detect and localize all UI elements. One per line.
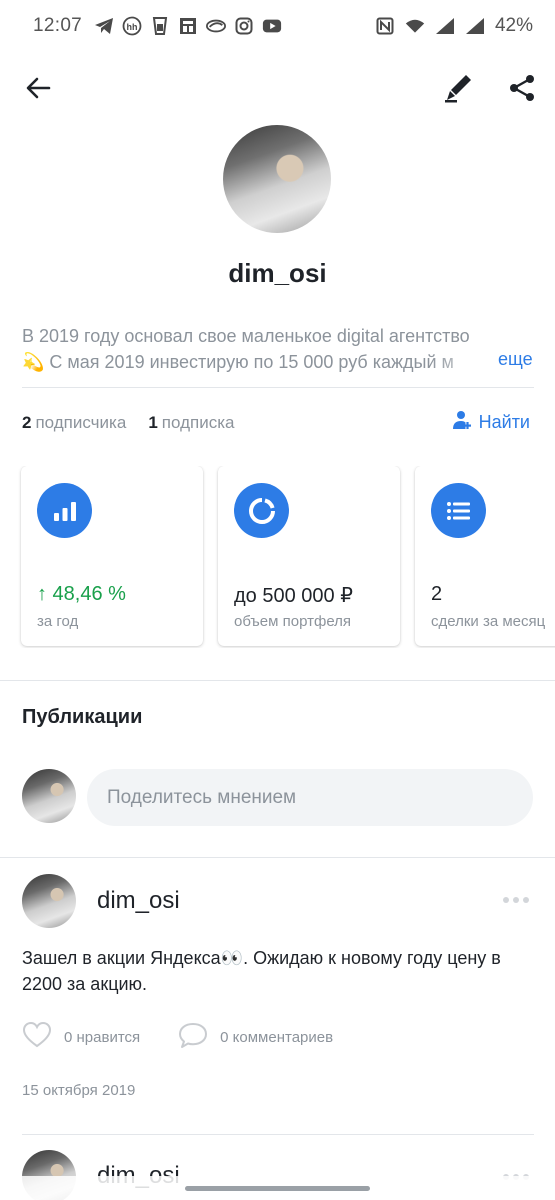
bio-line-2: 💫 С мая 2019 инвестирую по 15 000 руб ка… [22, 352, 454, 372]
comment-button[interactable]: 0 комментариев [178, 1021, 333, 1053]
composer-placeholder: Поделитесь мнением [107, 786, 297, 808]
wifi-icon [405, 16, 425, 36]
post-author-avatar[interactable] [22, 874, 76, 928]
stat-value: до 500 000 ₽ [234, 585, 353, 607]
like-button[interactable]: 0 нравится [22, 1021, 140, 1053]
bio-line-1: В 2019 году основал свое маленькое digit… [22, 326, 470, 346]
comments-count: 0 комментариев [220, 1028, 334, 1046]
post-composer-input[interactable]: Поделитесь мнением [87, 769, 533, 826]
followers-count: 2 [22, 413, 32, 432]
likes-count: 0 нравится [64, 1028, 141, 1046]
add-person-icon [451, 410, 471, 435]
share-icon[interactable] [506, 72, 538, 104]
find-label: Найти [478, 412, 530, 432]
divider [22, 1134, 534, 1135]
post-text: Зашел в акции Яндекса👀. Ожидаю к новому … [22, 948, 501, 994]
status-time: 12:07 [33, 15, 83, 36]
post-more-icon[interactable] [503, 895, 531, 905]
top-app-bar [0, 62, 555, 112]
signal-icon [435, 16, 455, 36]
followers-label: подписчика [35, 413, 127, 432]
following-count: 1 [148, 413, 158, 432]
cup-icon [150, 16, 170, 36]
heart-icon [22, 1021, 52, 1053]
news-icon [178, 16, 198, 36]
bio-more-link[interactable]: еще [498, 349, 533, 370]
notification-icons: hh [94, 16, 282, 36]
post-author-name[interactable]: dim_osi [97, 887, 180, 915]
pie-progress-icon [234, 483, 289, 538]
composer-avatar [22, 769, 76, 823]
find-button[interactable]: Найти [451, 410, 530, 435]
stat-label: за год [37, 613, 79, 630]
sber-icon [206, 16, 227, 36]
system-status: 42% [375, 15, 533, 37]
profile-username: dim_osi [228, 258, 327, 288]
bar-chart-icon [37, 483, 92, 538]
svg-text:hh: hh [127, 22, 138, 32]
youtube-icon [262, 16, 282, 36]
divider [0, 680, 555, 681]
stat-label: сделки за месяц [431, 613, 546, 630]
stat-value: 2 [431, 583, 443, 605]
profile-bio: В 2019 году основал свое маленькое digit… [22, 323, 502, 375]
followers-link[interactable]: 2 подписчика [22, 413, 126, 433]
instagram-icon [234, 16, 254, 36]
stat-value: ↑ 48,46 % [37, 583, 126, 605]
back-arrow-icon[interactable] [22, 72, 54, 104]
battery-level: 42% [494, 15, 533, 36]
comment-bubble-icon [178, 1021, 208, 1053]
portfolio-stats: ↑ 48,46 % за год до 500 000 ₽ объем порт… [0, 466, 555, 648]
divider [22, 387, 534, 388]
signal-icon [465, 16, 485, 36]
stat-card-portfolio-size[interactable]: до 500 000 ₽ объем портфеля [218, 466, 400, 646]
stat-label: объем портфеля [234, 613, 352, 630]
publications-title: Публикации [22, 706, 143, 728]
status-bar: 12:07 hh 42% [0, 0, 555, 52]
list-icon [431, 483, 486, 538]
following-label: подписка [161, 413, 235, 432]
stat-card-yearly-return[interactable]: ↑ 48,46 % за год [21, 466, 203, 646]
hh-icon: hh [122, 16, 142, 36]
post-date: 15 октября 2019 [22, 1082, 136, 1099]
profile-avatar[interactable] [223, 125, 331, 233]
telegram-icon [94, 16, 114, 36]
home-gesture-bar[interactable] [185, 1186, 370, 1191]
post-actions: 0 нравится 0 комментариев [22, 1021, 371, 1053]
stat-card-deals-per-month[interactable]: 2 сделки за месяц [415, 466, 555, 646]
edit-pen-icon[interactable] [442, 72, 474, 104]
nfc-icon [375, 16, 395, 36]
divider [0, 857, 555, 858]
follow-stats: 2 подписчика 1 подписка Найти [22, 411, 534, 435]
following-link[interactable]: 1 подписка [148, 413, 234, 433]
